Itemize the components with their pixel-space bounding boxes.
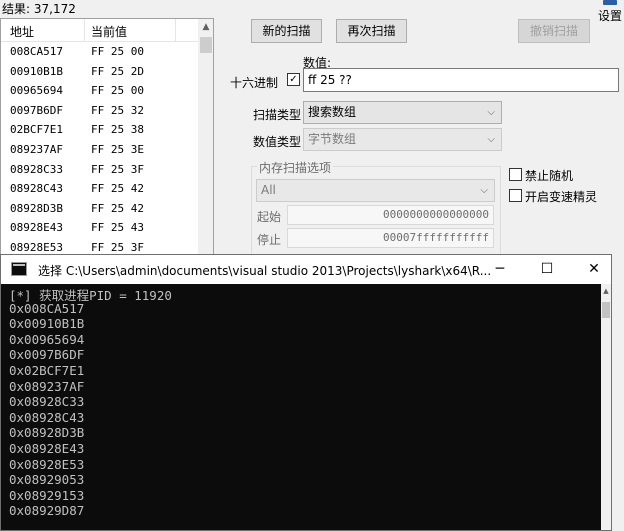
row-address: 02BCF7E1 — [10, 123, 63, 137]
start-address-label: 起始 — [257, 210, 282, 224]
scroll-up-icon[interactable]: ▲ — [601, 287, 611, 295]
chevron-down-icon: ⌵ — [487, 107, 495, 118]
console-line: 0x08928E53 — [9, 456, 85, 472]
row-value: FF 25 3E — [91, 143, 144, 156]
list-row[interactable]: 00910B1B FF 25 2D — [1, 63, 198, 82]
disable-random-label: 禁止随机 — [525, 169, 574, 183]
settings-icon[interactable] — [603, 0, 617, 5]
row-value: FF 25 43 — [91, 221, 144, 235]
scroll-up-icon[interactable]: ▲ — [198, 19, 213, 35]
list-header: 地址 当前值 — [1, 19, 198, 42]
column-separator[interactable] — [175, 19, 176, 41]
maximize-button[interactable]: ☐ — [524, 255, 570, 284]
row-address: 008CA517 — [10, 45, 63, 58]
hex-checkbox[interactable]: ✓ — [287, 73, 300, 86]
memory-scan-options-title: 内存扫描选项 — [257, 159, 334, 176]
stop-address-label: 停止 — [257, 233, 282, 247]
settings-label[interactable]: 设置 — [598, 7, 622, 24]
list-row[interactable]: 08928D3B FF 25 42 — [1, 200, 198, 219]
row-value: FF 25 38 — [91, 123, 144, 137]
close-button[interactable]: ✕ — [571, 255, 617, 284]
list-scrollbar[interactable]: ▲ — [198, 19, 213, 262]
row-address: 08928C43 — [10, 182, 63, 196]
console-line: 0x02BCF7E1 — [9, 363, 85, 378]
new-scan-button[interactable]: 新的扫描 — [251, 19, 322, 43]
console-scrollbar[interactable]: ▲ — [601, 284, 611, 530]
value-type-value: 字节数组 — [308, 132, 357, 146]
disable-random-checkbox[interactable] — [509, 168, 522, 181]
enable-speedhack-checkbox[interactable] — [509, 189, 522, 202]
column-header-address[interactable]: 地址 — [10, 23, 34, 40]
chevron-down-icon: ⌵ — [487, 134, 495, 145]
scrollbar-thumb[interactable] — [602, 302, 610, 318]
console-line: 0x08928E43 — [9, 441, 85, 456]
console-titlebar[interactable]: 选择 C:\Users\admin\documents\visual studi… — [1, 255, 611, 284]
stop-address-field[interactable]: 00007fffffffffff — [287, 228, 494, 248]
row-address: 08928E43 — [10, 221, 63, 235]
console-line: 0x0097B6DF — [9, 347, 85, 363]
memory-region-select[interactable]: All ⌵ — [256, 179, 495, 202]
console-line: 0x00965694 — [9, 331, 85, 347]
column-separator[interactable] — [84, 19, 85, 41]
console-window[interactable]: 选择 C:\Users\admin\documents\visual studi… — [0, 254, 612, 531]
row-value: FF 25 3F — [91, 162, 144, 176]
list-row[interactable]: 08928C33 FF 25 3F — [1, 161, 198, 180]
row-address: 00965694 — [10, 84, 63, 98]
console-line: 0x08929053 — [9, 472, 85, 488]
console-title: 选择 C:\Users\admin\documents\visual studi… — [38, 264, 492, 278]
memory-region-value: All — [261, 183, 276, 197]
hex-label: 十六进制 — [230, 76, 279, 90]
console-output[interactable]: [*] 获取进程PID = 11920 0x008CA517 0x00910B1B 0… — [1, 284, 601, 530]
scan-type-select[interactable]: 搜索数组 ⌵ — [303, 101, 502, 124]
chevron-down-icon: ⌵ — [480, 185, 488, 196]
undo-scan-button[interactable]: 撤销扫描 — [518, 19, 590, 43]
enable-speedhack-label: 开启变速精灵 — [525, 190, 598, 204]
scrollbar-thumb[interactable] — [200, 37, 212, 53]
value-type-select[interactable]: 字节数组 ⌵ — [303, 128, 502, 151]
row-address: 089237AF — [10, 143, 63, 156]
scan-result-list[interactable]: 地址 当前值 008CA517 FF 25 00 00910B1B FF 25 2D 0… — [0, 18, 214, 263]
list-row[interactable]: 089237AF FF 25 3E — [1, 141, 198, 160]
next-scan-button[interactable]: 再次扫描 — [336, 19, 407, 43]
results-count-label: 结果: 37,172 — [2, 2, 76, 16]
value-input[interactable]: ff 25 ?? — [303, 68, 619, 92]
scan-type-label: 扫描类型 — [253, 108, 302, 122]
list-row[interactable]: 0097B6DF FF 25 32 — [1, 102, 198, 121]
row-address: 0097B6DF — [10, 103, 63, 117]
row-address: 08928C33 — [10, 162, 63, 176]
console-line: 0x008CA517 — [9, 300, 85, 316]
row-value: FF 25 42 — [91, 201, 144, 215]
list-row[interactable]: 02BCF7E1 FF 25 38 — [1, 121, 198, 140]
value-type-label: 数值类型 — [253, 135, 302, 149]
start-address-field[interactable]: 0000000000000000 — [287, 205, 494, 225]
row-address: 00910B1B — [10, 64, 63, 78]
row-value: FF 25 3F — [91, 241, 144, 254]
console-app-icon — [11, 262, 27, 276]
row-address: 08928D3B — [10, 201, 63, 215]
row-address: 08928E53 — [10, 241, 63, 254]
column-header-current-value[interactable]: 当前值 — [91, 23, 127, 40]
row-value: FF 25 42 — [91, 182, 144, 196]
row-value: FF 25 32 — [91, 103, 144, 117]
console-line: 0x08928C43 — [9, 409, 85, 425]
console-line: 0x089237AF — [9, 378, 85, 394]
console-line: 0x08929153 — [9, 487, 85, 503]
list-row[interactable]: 00965694 FF 25 00 — [1, 82, 198, 101]
console-line: 0x08928D3B — [9, 425, 85, 441]
row-value: FF 25 00 — [91, 84, 144, 98]
list-row[interactable]: 08928C43 FF 25 42 — [1, 180, 198, 199]
console-line: 0x08928C33 — [9, 394, 85, 410]
list-row[interactable]: 08928E43 FF 25 43 — [1, 219, 198, 238]
console-line: 0x00910B1B — [9, 316, 85, 332]
scan-type-value: 搜索数组 — [308, 105, 357, 119]
console-line: 0x08929D87 — [9, 503, 85, 519]
row-value: FF 25 00 — [91, 45, 144, 58]
list-row[interactable]: 008CA517 FF 25 00 — [1, 43, 198, 62]
minimize-button[interactable]: ─ — [477, 255, 523, 284]
row-value: FF 25 2D — [91, 64, 144, 78]
